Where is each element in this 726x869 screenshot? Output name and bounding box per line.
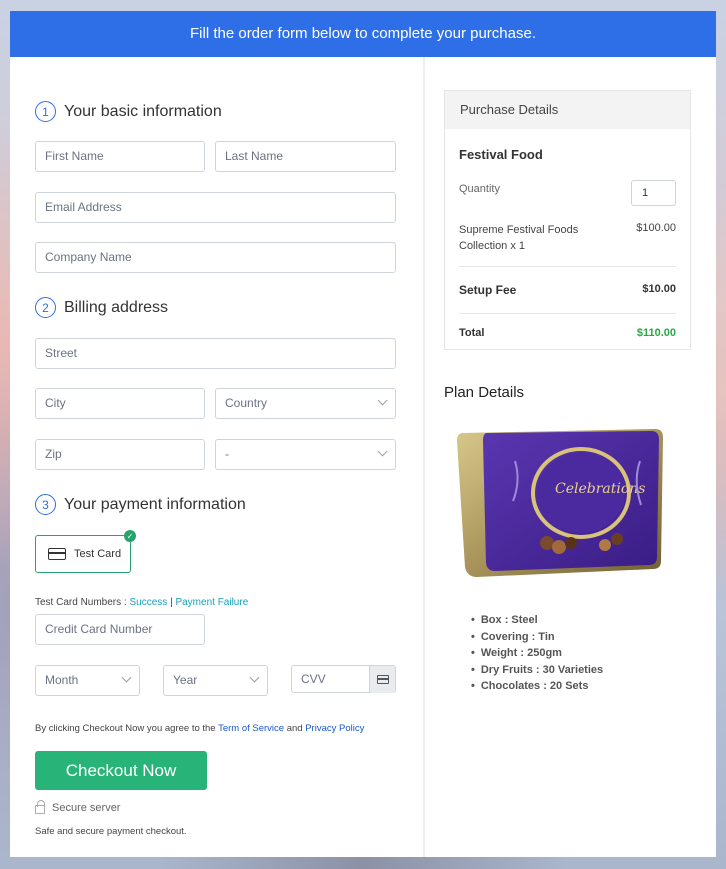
quantity-label: Quantity (459, 183, 500, 195)
checkout-now-button[interactable]: Checkout Now (35, 751, 207, 790)
country-select[interactable]: Country (215, 388, 396, 419)
secure-server-label: Secure server (52, 801, 121, 814)
item-price: $100.00 (636, 222, 676, 234)
setup-fee-label: Setup Fee (459, 283, 517, 297)
setup-fee-price: $10.00 (642, 283, 676, 295)
form-column: 1 Your basic information First Name Last… (10, 57, 423, 857)
product-name: Festival Food (459, 147, 543, 162)
product-image: Celebrations (455, 421, 664, 580)
secure-server: Secure server (35, 800, 121, 814)
last-name-field[interactable]: Last Name (215, 141, 396, 172)
success-link[interactable]: Success (129, 597, 167, 608)
cvv-placeholder: CVV (301, 672, 326, 686)
quantity-input[interactable]: 1 (631, 180, 676, 206)
total-price: $110.00 (636, 327, 676, 339)
product-brand-text: Celebrations (555, 481, 646, 497)
terms-text: By clicking Checkout Now you agree to th… (35, 723, 364, 734)
spec-item: Dry Fruits : 30 Varieties (471, 662, 603, 679)
divider (459, 266, 676, 267)
item-line-2: Collection x 1 (459, 240, 526, 252)
plan-details-title: Plan Details (444, 384, 525, 401)
state-select-value: - (225, 447, 229, 461)
section-basic-info: 1 Your basic information (35, 101, 222, 122)
spec-item: Box : Steel (471, 612, 603, 629)
test-numbers-label: Test Card Numbers : (35, 597, 127, 608)
privacy-policy-link[interactable]: Privacy Policy (305, 723, 364, 734)
section-payment-title: Your payment information (64, 495, 246, 513)
credit-card-icon (48, 548, 66, 560)
cvv-field[interactable]: CVV (291, 665, 396, 693)
divider (459, 313, 676, 314)
header-banner: Fill the order form below to complete yo… (10, 11, 716, 57)
test-card-numbers: Test Card Numbers : Success | Payment Fa… (35, 597, 248, 608)
lock-icon (35, 800, 45, 814)
company-field[interactable]: Company Name (35, 242, 396, 273)
step-1-badge: 1 (35, 101, 56, 122)
credit-card-number-field[interactable]: Credit Card Number (35, 614, 205, 645)
month-select-value: Month (45, 673, 79, 687)
chevron-down-icon (249, 672, 260, 683)
test-card-option[interactable]: Test Card ✓ (35, 530, 136, 573)
purchase-details-header: Purchase Details (445, 91, 690, 129)
terms-and: and (286, 723, 303, 734)
zip-field[interactable]: Zip (35, 439, 205, 470)
section-billing-title: Billing address (64, 298, 169, 316)
step-3-badge: 3 (35, 494, 56, 515)
order-form-card: Fill the order form below to complete yo… (10, 11, 716, 857)
email-field[interactable]: Email Address (35, 192, 396, 223)
item-description: Supreme Festival Foods Collection x 1 (459, 222, 578, 254)
step-2-badge: 2 (35, 297, 56, 318)
terms-of-service-link[interactable]: Term of Service (218, 723, 284, 734)
section-billing: 2 Billing address (35, 297, 168, 318)
section-payment: 3 Your payment information (35, 494, 246, 515)
first-name-field[interactable]: First Name (35, 141, 205, 172)
test-card-label: Test Card (74, 548, 122, 560)
item-line-1: Supreme Festival Foods (459, 224, 579, 236)
spec-item: Covering : Tin (471, 629, 603, 646)
chevron-down-icon (121, 672, 132, 683)
section-basic-title: Your basic information (64, 102, 222, 120)
state-select[interactable]: - (215, 439, 396, 470)
year-select[interactable]: Year (163, 665, 268, 696)
checkmark-icon: ✓ (124, 530, 136, 542)
chevron-down-icon (377, 446, 388, 457)
plan-specs-list: Box : Steel Covering : Tin Weight : 250g… (471, 612, 603, 695)
month-select[interactable]: Month (35, 665, 140, 696)
purchase-details-box: Purchase Details Festival Food Quantity … (444, 90, 691, 350)
summary-column: Purchase Details Festival Food Quantity … (425, 57, 716, 857)
spec-item: Chocolates : 20 Sets (471, 678, 603, 695)
link-separator: | (170, 597, 173, 608)
cvv-card-icon (369, 666, 395, 693)
payment-failure-link[interactable]: Payment Failure (175, 597, 248, 608)
year-select-value: Year (173, 673, 198, 687)
street-field[interactable]: Street (35, 338, 396, 369)
country-select-value: Country (225, 396, 268, 410)
terms-prefix: By clicking Checkout Now you agree to th… (35, 723, 216, 734)
spec-item: Weight : 250gm (471, 645, 603, 662)
chevron-down-icon (377, 395, 388, 406)
total-label: Total (459, 327, 485, 339)
city-field[interactable]: City (35, 388, 205, 419)
safe-checkout-text: Safe and secure payment checkout. (35, 826, 187, 837)
